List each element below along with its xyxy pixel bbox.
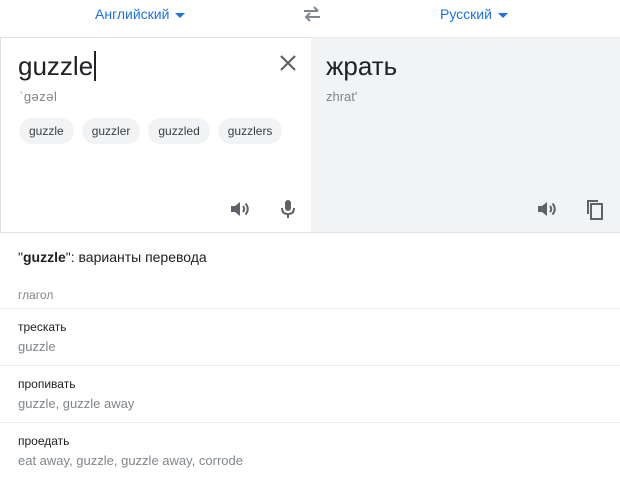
target-panel: жрать zhrat' (311, 37, 620, 232)
caret-down-icon (497, 12, 508, 18)
dictionary-entry: трескать guzzle (0, 308, 620, 366)
dictionary-entry: пропивать guzzle, guzzle away (0, 365, 620, 423)
dictionary-entry: проедать eat away, guzzle, guzzle away, … (0, 422, 620, 480)
listen-source-button[interactable] (226, 195, 254, 223)
source-text-input[interactable]: guzzle (18, 51, 97, 82)
entry-word[interactable]: проедать (18, 434, 69, 448)
speaker-icon (231, 202, 249, 216)
clear-icon (280, 55, 296, 71)
translation-transliteration: zhrat' (326, 89, 358, 104)
entry-synonyms: guzzle, guzzle away (18, 396, 135, 411)
clear-button[interactable] (277, 52, 299, 74)
source-language-selector[interactable]: Английский (95, 6, 186, 22)
suggestion-chip[interactable]: guzzlers (217, 118, 283, 144)
translation-text: жрать (326, 51, 398, 81)
suggestion-chip[interactable]: guzzled (148, 118, 210, 144)
title-word: guzzle (22, 249, 66, 265)
dictionary-title: "guzzle": варианты перевода (18, 249, 207, 265)
suggestion-chip[interactable]: guzzle (19, 118, 74, 144)
listen-translation-button[interactable] (533, 195, 561, 223)
source-transliteration: ˈɡəzəl (19, 89, 58, 104)
source-text: guzzle (18, 51, 94, 81)
speaker-icon (538, 202, 556, 216)
microphone-icon (281, 200, 295, 218)
caret-down-icon (175, 12, 186, 18)
source-panel: guzzle ˈɡəzəl guzzle guzzler guzzled guz… (0, 37, 311, 232)
source-language-label: Английский (95, 6, 170, 22)
swap-languages-button[interactable] (300, 3, 324, 25)
suggestion-chips: guzzle guzzler guzzled guzzlers (19, 118, 283, 144)
copy-translation-button[interactable] (581, 195, 609, 223)
target-language-label: Русский (440, 6, 492, 22)
copy-icon (587, 200, 603, 220)
text-cursor (94, 51, 97, 81)
entry-synonyms: guzzle (18, 339, 56, 354)
entry-word[interactable]: трескать (18, 320, 67, 334)
title-rest: ": варианты перевода (65, 249, 207, 265)
suggestion-chip[interactable]: guzzler (81, 118, 141, 144)
entry-synonyms: eat away, guzzle, guzzle away, corrode (18, 453, 243, 468)
dictionary-section: "guzzle": варианты перевода глагол треск… (0, 232, 620, 468)
swap-languages-icon (304, 6, 320, 22)
voice-input-button[interactable] (274, 195, 302, 223)
entry-word[interactable]: пропивать (18, 377, 75, 391)
part-of-speech: глагол (18, 288, 54, 302)
language-bar: Английский Русский (0, 0, 620, 30)
target-language-selector[interactable]: Русский (440, 6, 508, 22)
